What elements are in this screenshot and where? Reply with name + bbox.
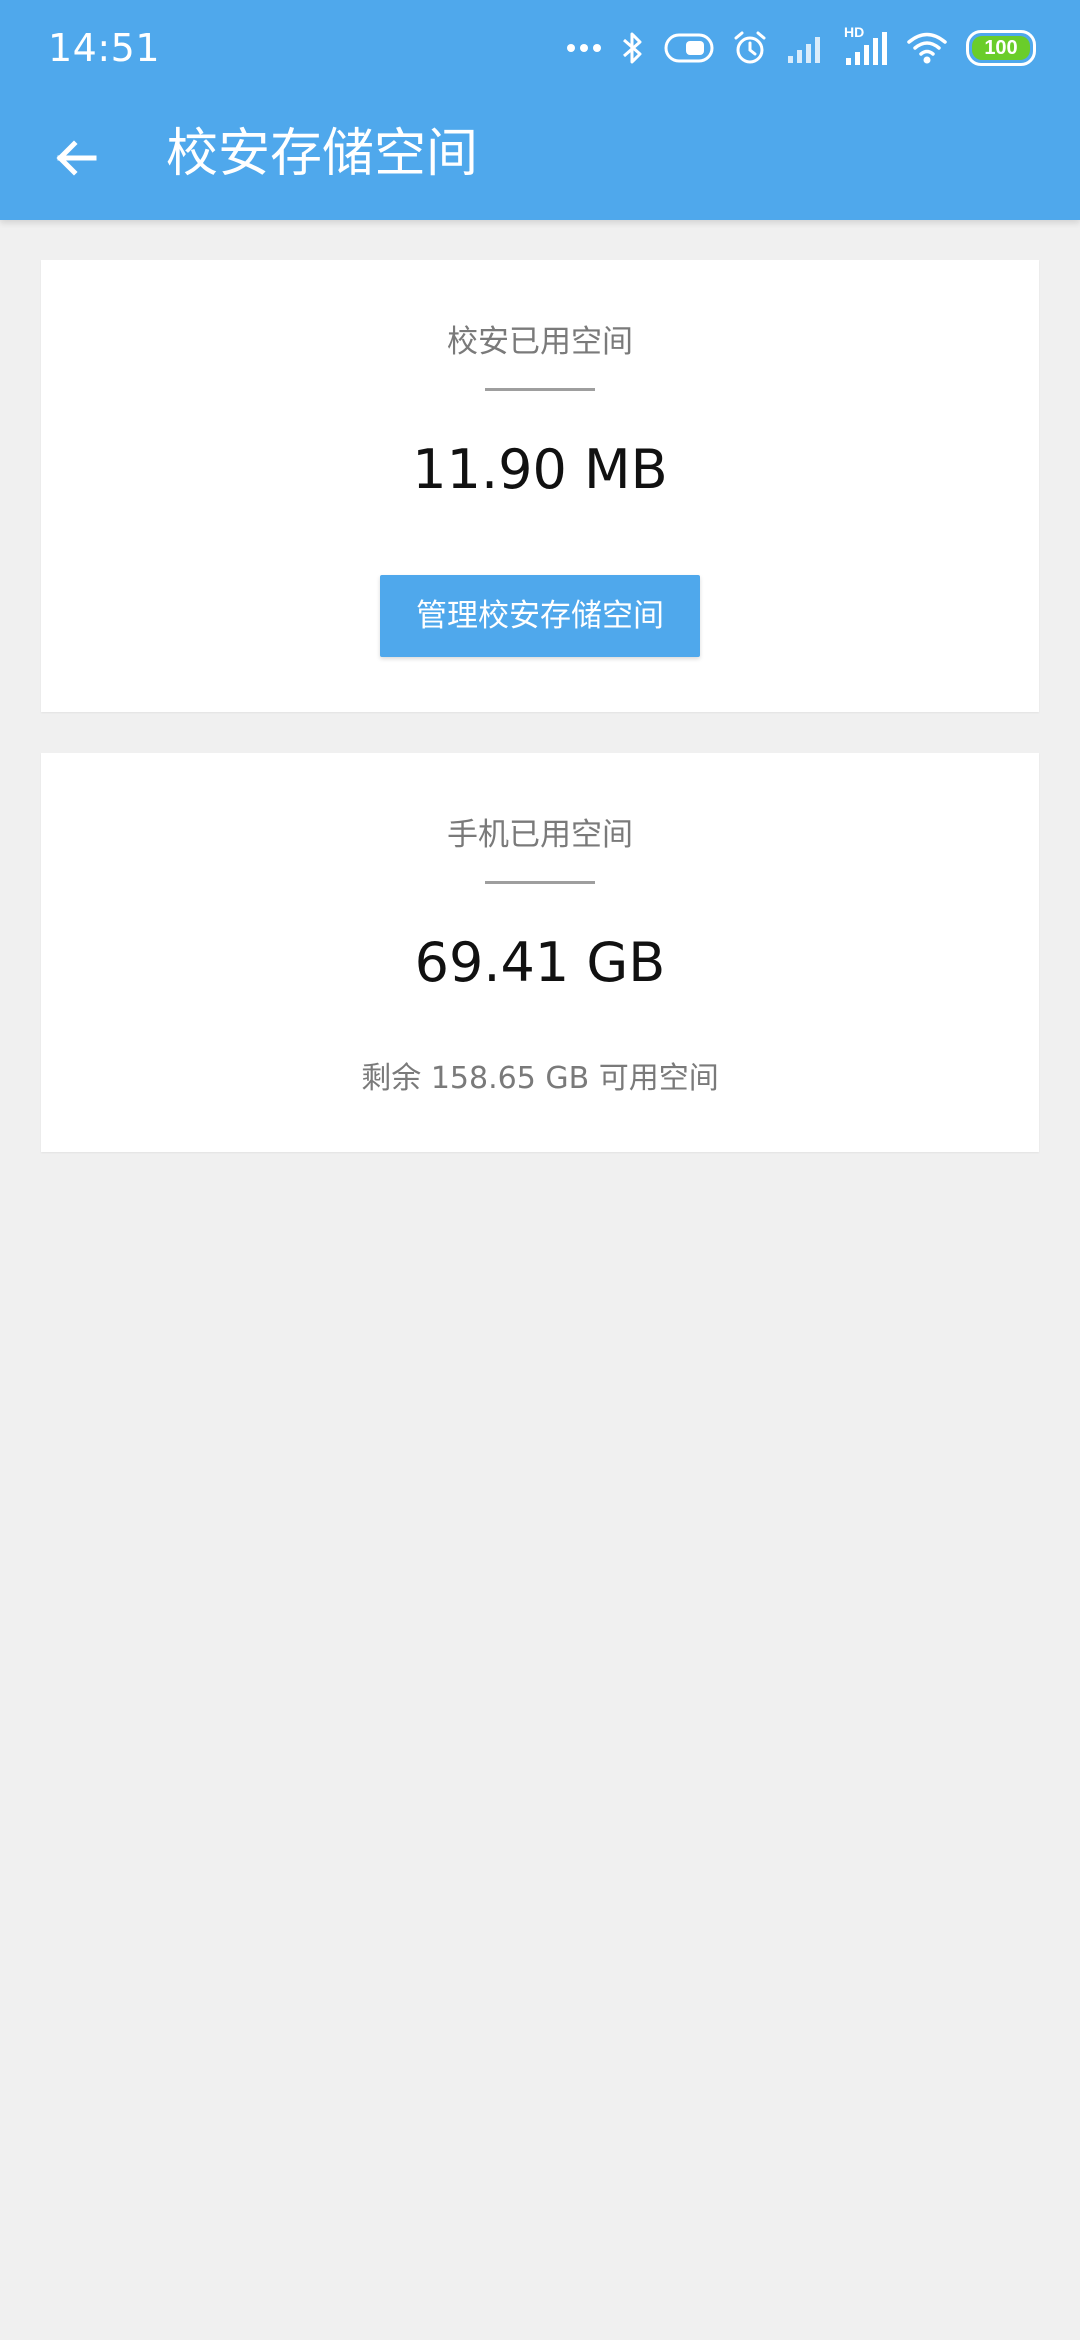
divider — [485, 881, 595, 884]
battery-level: 100 — [984, 36, 1018, 59]
phone-storage-value: 69.41 GB — [414, 931, 666, 994]
toggle-icon — [664, 33, 714, 63]
back-button[interactable] — [36, 120, 116, 200]
manage-storage-button[interactable]: 管理校安存储空间 — [380, 575, 700, 657]
page-title: 校安存储空间 — [166, 124, 479, 184]
phone-storage-card: 手机已用空间 69.41 GB 剩余 158.65 GB 可用空间 — [41, 753, 1039, 1152]
status-bar: 14:51 HD 100 — [0, 0, 1080, 96]
app-storage-value: 11.90 MB — [412, 438, 668, 501]
app-bar: 14:51 HD 100 校安存储空间 — [0, 0, 1080, 220]
status-time: 14:51 — [48, 26, 161, 70]
app-storage-card: 校安已用空间 11.90 MB 管理校安存储空间 — [41, 260, 1039, 712]
toolbar: 校安存储空间 — [0, 96, 1080, 220]
wifi-icon — [906, 31, 948, 65]
alarm-icon — [732, 30, 768, 66]
app-storage-label: 校安已用空间 — [447, 324, 633, 360]
phone-storage-label: 手机已用空间 — [447, 817, 633, 853]
battery-icon: 100 — [966, 30, 1036, 66]
remaining-space-text: 剩余 158.65 GB 可用空间 — [361, 1061, 719, 1096]
arrow-left-icon — [52, 134, 100, 186]
more-dots-icon — [566, 42, 602, 54]
bluetooth-icon — [620, 30, 646, 66]
status-icons: HD 100 — [566, 24, 1036, 70]
divider — [485, 388, 595, 391]
signal-icon — [786, 32, 826, 64]
hd-signal-icon: HD — [844, 24, 888, 66]
